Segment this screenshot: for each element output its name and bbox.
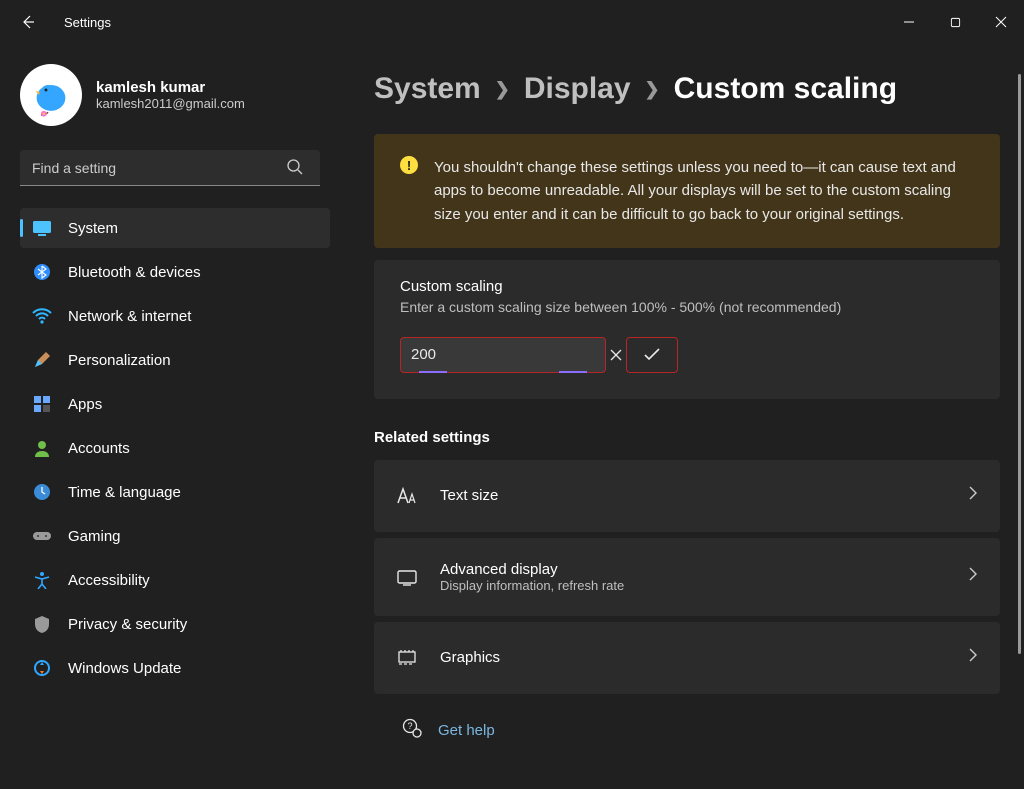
apply-button[interactable] <box>626 337 678 373</box>
nav-accounts[interactable]: Accounts <box>20 428 330 468</box>
paintbrush-icon <box>32 350 52 370</box>
gamepad-icon <box>32 526 52 546</box>
arrow-left-icon <box>20 14 36 30</box>
chevron-right-icon <box>968 486 978 505</box>
related-list: Text size Advanced display Display infor… <box>374 460 1000 694</box>
user-email: kamlesh2011@gmail.com <box>96 96 245 111</box>
clear-button[interactable] <box>610 346 622 364</box>
related-title: Advanced display <box>440 561 946 578</box>
nav-bluetooth[interactable]: Bluetooth & devices <box>20 252 330 292</box>
nav-label: Bluetooth & devices <box>68 264 201 281</box>
nav-time-language[interactable]: Time & language <box>20 472 330 512</box>
related-title: Text size <box>440 487 946 504</box>
nav-label: Network & internet <box>68 308 191 325</box>
sidebar: kamlesh kumar kamlesh2011@gmail.com Syst… <box>0 44 328 789</box>
breadcrumb-system[interactable]: System <box>374 72 481 106</box>
chevron-right-icon <box>968 648 978 667</box>
monitor-icon <box>32 218 52 238</box>
person-icon <box>32 438 52 458</box>
search-input[interactable] <box>20 150 320 186</box>
avatar <box>20 64 82 126</box>
scrollbar-thumb[interactable] <box>1018 74 1021 654</box>
help-row: ? Get help <box>374 694 1000 749</box>
search-row <box>20 150 318 186</box>
nav-privacy[interactable]: Privacy & security <box>20 604 330 644</box>
scrollbar[interactable] <box>1018 74 1021 754</box>
warning-panel: ! You shouldn't change these settings un… <box>374 134 1000 248</box>
breadcrumb-display[interactable]: Display <box>524 72 631 106</box>
chevron-right-icon <box>968 567 978 586</box>
nav-label: Apps <box>68 396 102 413</box>
related-graphics[interactable]: Graphics <box>374 622 1000 694</box>
x-icon <box>610 349 622 361</box>
clock-globe-icon <box>32 482 52 502</box>
related-advanced-display[interactable]: Advanced display Display information, re… <box>374 538 1000 616</box>
bird-icon <box>28 72 74 118</box>
svg-text:?: ? <box>407 721 412 731</box>
user-name: kamlesh kumar <box>96 79 245 96</box>
back-button[interactable] <box>8 2 48 42</box>
chevron-right-icon: ❯ <box>645 79 660 100</box>
custom-scaling-panel: Custom scaling Enter a custom scaling si… <box>374 260 1000 399</box>
help-icon: ? <box>402 718 422 743</box>
scaling-input[interactable] <box>411 346 610 363</box>
scaling-input-wrap <box>400 337 606 373</box>
gpu-icon <box>396 647 418 669</box>
nav-accessibility[interactable]: Accessibility <box>20 560 330 600</box>
breadcrumb-current: Custom scaling <box>674 72 897 106</box>
minimize-icon <box>903 16 915 28</box>
scaling-title: Custom scaling <box>400 278 974 295</box>
nav-network[interactable]: Network & internet <box>20 296 330 336</box>
scaling-subtitle: Enter a custom scaling size between 100%… <box>400 299 974 315</box>
maximize-icon <box>950 17 961 28</box>
get-help-link[interactable]: Get help <box>438 722 495 739</box>
search-icon <box>286 158 304 181</box>
related-subtitle: Display information, refresh rate <box>440 578 946 593</box>
nav-apps[interactable]: Apps <box>20 384 330 424</box>
apps-icon <box>32 394 52 414</box>
nav-list: System Bluetooth & devices Network & int… <box>20 208 330 688</box>
nav-label: Time & language <box>68 484 181 501</box>
warning-text: You shouldn't change these settings unle… <box>434 156 974 226</box>
nav-label: Accessibility <box>68 572 150 589</box>
maximize-button[interactable] <box>932 5 978 39</box>
breadcrumb: System ❯ Display ❯ Custom scaling <box>374 72 1000 106</box>
accessibility-icon <box>32 570 52 590</box>
nav-gaming[interactable]: Gaming <box>20 516 330 556</box>
close-button[interactable] <box>978 5 1024 39</box>
chevron-right-icon: ❯ <box>495 79 510 100</box>
content-area: System ❯ Display ❯ Custom scaling ! You … <box>328 44 1024 789</box>
nav-personalization[interactable]: Personalization <box>20 340 330 380</box>
warning-icon: ! <box>400 156 418 174</box>
nav-label: Gaming <box>68 528 121 545</box>
nav-label: Personalization <box>68 352 171 369</box>
nav-label: Windows Update <box>68 660 181 677</box>
related-title: Graphics <box>440 649 946 666</box>
nav-system[interactable]: System <box>20 208 330 248</box>
shield-icon <box>32 614 52 634</box>
nav-label: Privacy & security <box>68 616 187 633</box>
related-text-size[interactable]: Text size <box>374 460 1000 532</box>
user-profile[interactable]: kamlesh kumar kamlesh2011@gmail.com <box>20 64 318 126</box>
display-icon <box>396 566 418 588</box>
settings-window: Settings <box>0 0 1024 789</box>
update-icon <box>32 658 52 678</box>
app-title: Settings <box>64 15 111 30</box>
related-heading: Related settings <box>374 429 1000 446</box>
nav-windows-update[interactable]: Windows Update <box>20 648 330 688</box>
nav-label: System <box>68 220 118 237</box>
nav-label: Accounts <box>68 440 130 457</box>
close-icon <box>995 16 1007 28</box>
check-icon <box>643 348 661 362</box>
wifi-icon <box>32 306 52 326</box>
text-size-icon <box>396 485 418 507</box>
bluetooth-icon <box>32 262 52 282</box>
titlebar: Settings <box>0 0 1024 44</box>
minimize-button[interactable] <box>886 5 932 39</box>
